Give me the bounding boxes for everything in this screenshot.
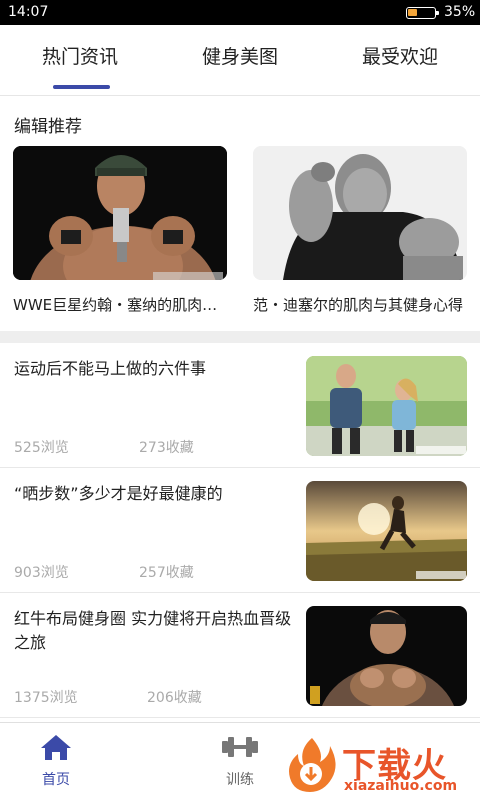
article-list-item[interactable]: 红牛布局健身圈 实力健将开启热血晋级之旅 1375浏览 206收藏 [0, 593, 480, 718]
article-list-item[interactable]: 运动后不能马上做的六件事 525浏览 273收藏 [0, 343, 480, 468]
editor-pick-card[interactable]: 范・迪塞尔的肌肉与其健身心得 [253, 146, 467, 314]
nav-label-training: 训练 [226, 772, 254, 788]
dumbbell-icon [222, 737, 258, 757]
article-title: 红牛布局健身圈 实力健将开启热血晋级之旅 [14, 609, 292, 652]
tab-fitness-photos[interactable]: 健身美图 [160, 42, 320, 69]
article-favorites: 206收藏 [147, 690, 202, 706]
article-favorites: 273收藏 [139, 440, 194, 456]
nav-label-home: 首页 [42, 772, 70, 788]
tab-most-popular[interactable]: 最受欢迎 [320, 42, 480, 69]
status-bar: 14:07 35% [0, 0, 480, 25]
article-views: 903浏览 [14, 565, 69, 581]
editor-pick-card[interactable]: WWE巨星约翰・塞纳的肌肉… [13, 146, 227, 314]
editor-pick-image [13, 146, 227, 280]
section-divider [0, 331, 480, 343]
home-icon [41, 735, 71, 760]
status-time: 14:07 [8, 4, 49, 20]
article-views: 525浏览 [14, 440, 69, 456]
active-tab-indicator [53, 85, 110, 89]
battery-percent: 35% [444, 4, 476, 20]
article-favorites: 257收藏 [139, 565, 194, 581]
editor-pick-image [253, 146, 467, 280]
battery-icon [406, 7, 439, 19]
article-list-item[interactable]: “晒步数”多少才是好最健康的 903浏览 257收藏 [0, 468, 480, 593]
article-views: 1375浏览 [14, 690, 78, 706]
editor-pick-title: 范・迪塞尔的肌肉与其健身心得 [253, 296, 464, 314]
editor-pick-title: WWE巨星约翰・塞纳的肌肉… [13, 296, 218, 314]
article-thumbnail [306, 481, 467, 581]
watermark-url: xiazaihuo.com [344, 778, 458, 794]
top-tab-bar: 热门资讯 健身美图 最受欢迎 [0, 25, 480, 96]
article-thumbnail [306, 356, 467, 456]
section-title-editor-picks: 编辑推荐 [14, 117, 82, 137]
article-thumbnail [306, 606, 467, 706]
watermark-logo: 下载火 xiazaihuo.com [284, 730, 480, 800]
nav-item-home[interactable]: 首页 [16, 733, 96, 789]
article-title: “晒步数”多少才是好最健康的 [14, 484, 223, 503]
nav-item-training[interactable]: 训练 [200, 733, 280, 789]
flame-icon [289, 738, 336, 792]
tab-hot-news[interactable]: 热门资讯 [0, 42, 160, 69]
article-title: 运动后不能马上做的六件事 [14, 359, 207, 378]
